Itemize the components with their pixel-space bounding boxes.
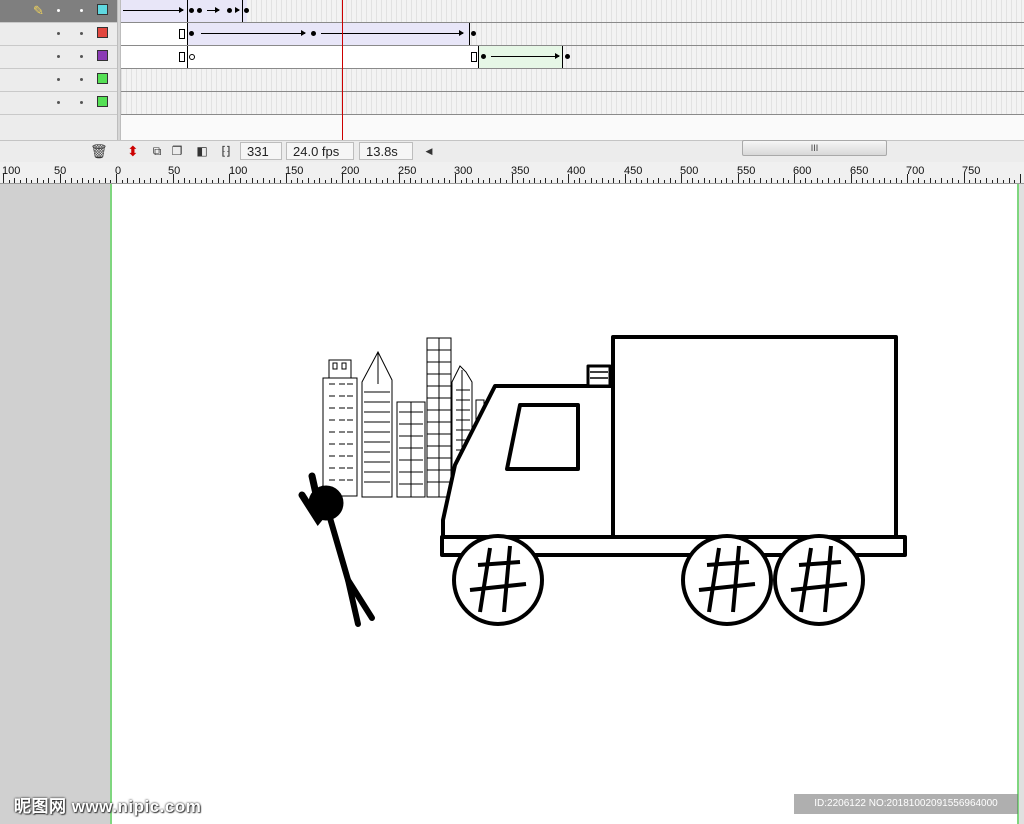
stick-figure-legs [345,577,375,627]
stage-artwork [298,335,907,627]
truck-window [505,403,580,471]
building-1 [322,359,358,497]
truck [440,335,907,626]
truck-wheel-rear-2 [773,534,865,626]
watermark-right: ID:2206122 NO:20181002091556964000 [794,794,1018,814]
stick-figure [298,472,375,627]
building-2 [361,350,393,498]
building-4 [426,337,452,498]
truck-horn [586,364,612,388]
truck-wheel-front [452,534,544,626]
stick-figure-body [327,515,351,583]
building-3 [396,401,426,498]
truck-wheel-rear-1 [681,534,773,626]
watermark-left: 昵图网 www.nipic.com [14,797,202,816]
truck-cargo-box [611,335,898,539]
